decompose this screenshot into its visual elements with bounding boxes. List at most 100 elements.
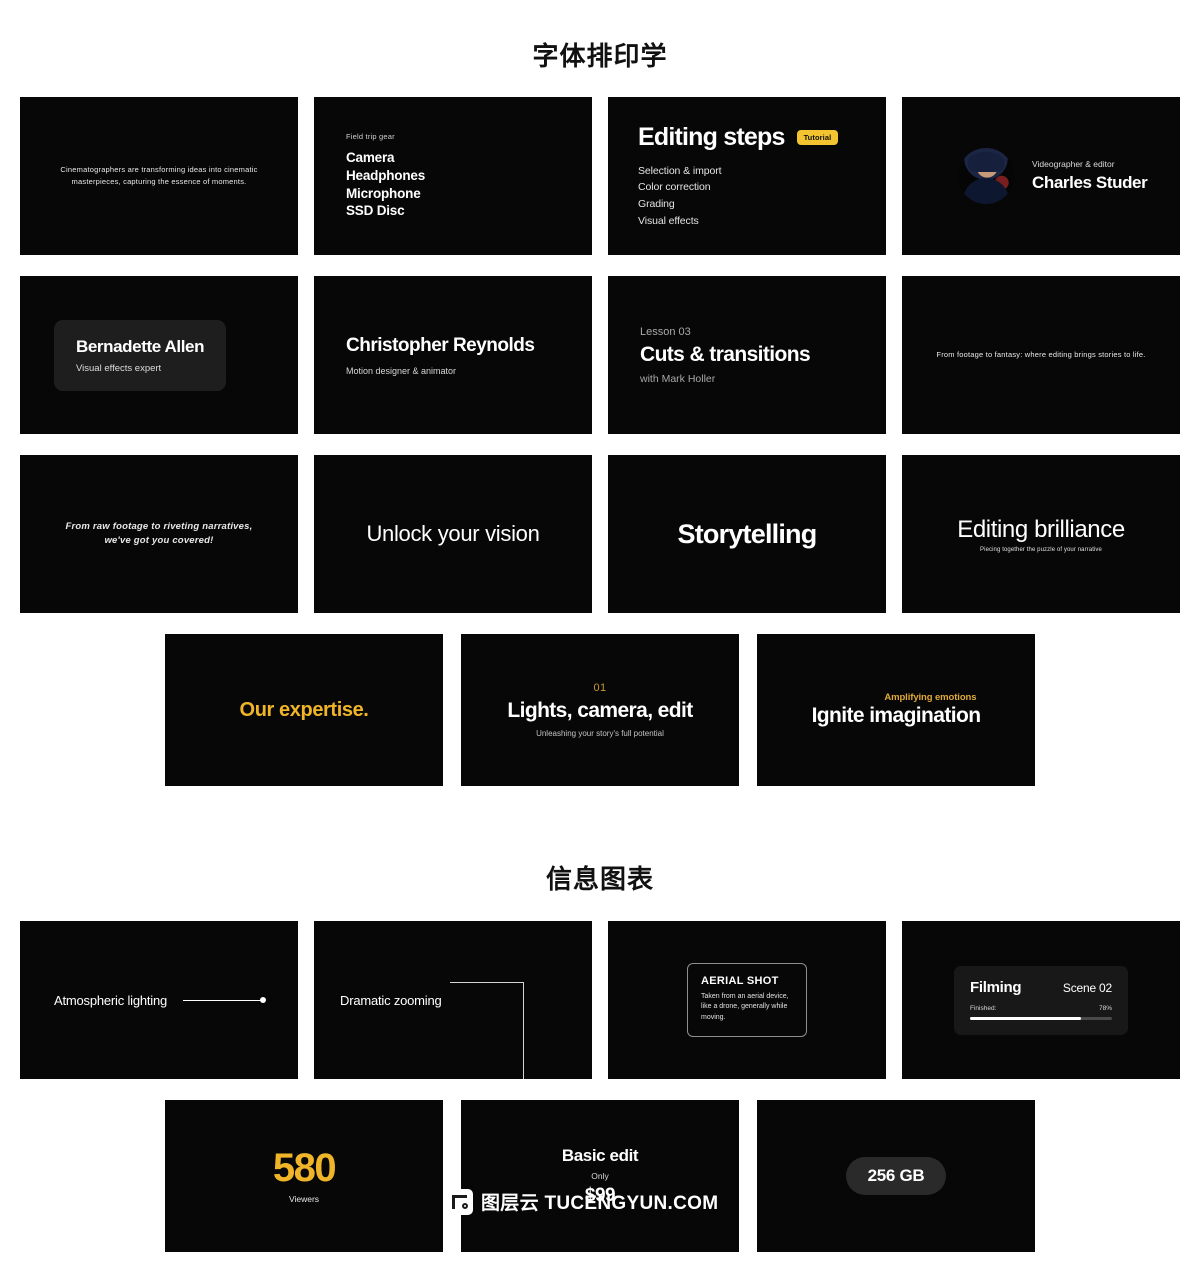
- card-nameplate-bernadette[interactable]: Bernadette Allen Visual effects expert: [20, 276, 298, 434]
- gear-item: Camera: [346, 149, 395, 165]
- nameplate-box: Bernadette Allen Visual effects expert: [54, 319, 227, 391]
- callout-label: Atmospheric lighting: [54, 992, 168, 1008]
- section-typography: 字体排印学 Cinematographers are transforming …: [0, 0, 1200, 786]
- avatar: [958, 148, 1014, 204]
- stat-caption: Viewers: [288, 1194, 320, 1204]
- editing-steps-header: Editing steps Tutorial: [638, 123, 856, 152]
- profile-name: Charles Studer: [1032, 173, 1148, 192]
- card-lesson-cuts[interactable]: Lesson 03 Cuts & transitions with Mark H…: [608, 276, 886, 434]
- tutorial-badge[interactable]: Tutorial: [796, 129, 839, 145]
- editing-brilliance-title: Editing brilliance: [957, 515, 1125, 543]
- numbered-block: 01 Lights, camera, edit Unleashing your …: [507, 682, 693, 738]
- elbow-wrap: [442, 921, 566, 1079]
- section-title-infographics: 信息图表: [545, 864, 654, 894]
- typography-row-1: Cinematographers are transforming ideas …: [20, 97, 1180, 255]
- nameplate-name: Bernadette Allen: [76, 336, 205, 356]
- card-intro-paragraph[interactable]: Cinematographers are transforming ideas …: [20, 97, 298, 255]
- card-storage-pill[interactable]: 256 GB: [757, 1100, 1035, 1252]
- person-name: Christopher Reynolds: [346, 334, 535, 356]
- typography-row-2: Bernadette Allen Visual effects expert C…: [20, 276, 1180, 434]
- tucengyun-logo-icon: [447, 1188, 473, 1215]
- card-ignite-imagination[interactable]: Amplifying emotions Ignite imagination: [757, 634, 1035, 786]
- progress-bar-track[interactable]: [970, 1016, 1112, 1020]
- callout-label: Dramatic zooming: [340, 992, 442, 1008]
- editing-step-item: Visual effects: [638, 214, 699, 227]
- nameplate-subtitle: Visual effects expert: [76, 362, 162, 374]
- intro-paragraph-text: Cinematographers are transforming ideas …: [60, 165, 258, 186]
- lesson-eyebrow: Lesson 03: [640, 325, 691, 338]
- progress-box: Filming Scene 02 Finished: 78%: [954, 965, 1128, 1035]
- card-editing-brilliance[interactable]: Editing brilliance Piecing together the …: [902, 455, 1180, 613]
- tip-body: Taken from an aerial device, like a dron…: [701, 992, 789, 1021]
- gear-item: Microphone: [346, 185, 421, 201]
- card-basic-edit-price[interactable]: Basic edit Only $99: [461, 1100, 739, 1252]
- price-title: Basic edit: [561, 1145, 639, 1165]
- italic-tagline-block: From raw footage to riveting narratives,…: [66, 520, 253, 549]
- card-viewers-stat[interactable]: 580 Viewers: [165, 1100, 443, 1252]
- card-dramatic-zooming[interactable]: Dramatic zooming: [314, 921, 592, 1079]
- progress-percent: 78%: [1098, 1004, 1112, 1012]
- our-expertise-text: Our expertise.: [239, 698, 369, 721]
- gear-item: SSD Disc: [346, 203, 405, 219]
- person-role: Motion designer & animator: [346, 365, 457, 376]
- amplify-block: Amplifying emotions Ignite imagination: [812, 692, 981, 728]
- italic-line-1: From raw footage to riveting narratives,: [65, 520, 253, 532]
- editing-step-item: Selection & import: [638, 164, 722, 177]
- section-infographics: 信息图表 Atmospheric lighting Dramatic zoomi…: [0, 786, 1200, 1252]
- hero-light-text: Unlock your vision: [366, 521, 540, 546]
- price-qualifier: Only: [591, 1170, 609, 1181]
- tip-box: AERIAL SHOT Taken from an aerial device,…: [687, 962, 807, 1038]
- profile-role: Videographer & editor: [1032, 159, 1115, 169]
- gear-item: Headphones: [346, 167, 426, 183]
- step-number: 01: [593, 682, 607, 694]
- endpoint-dot-icon: [260, 997, 266, 1003]
- editing-step-item: Color correction: [638, 181, 711, 194]
- card-filming-progress[interactable]: Filming Scene 02 Finished: 78%: [902, 921, 1180, 1079]
- page-root: 字体排印学 Cinematographers are transforming …: [0, 0, 1200, 1268]
- infographic-row-1: Atmospheric lighting Dramatic zooming AE…: [20, 921, 1180, 1079]
- stat-block: 580 Viewers: [272, 1146, 337, 1204]
- step-subtitle: Unleashing your story's full potential: [536, 729, 664, 738]
- card-our-expertise[interactable]: Our expertise.: [165, 634, 443, 786]
- lesson-title: Cuts & transitions: [640, 342, 811, 366]
- card-aerial-shot[interactable]: AERIAL SHOT Taken from an aerial device,…: [608, 921, 886, 1079]
- card-tagline-fantasy[interactable]: From footage to fantasy: where editing b…: [902, 276, 1180, 434]
- lesson-instructor: with Mark Holler: [640, 372, 716, 385]
- card-editing-steps[interactable]: Editing steps Tutorial Selection & impor…: [608, 97, 886, 255]
- storage-pill: 256 GB: [845, 1157, 947, 1195]
- card-unlock-vision[interactable]: Unlock your vision: [314, 455, 592, 613]
- watermark: 图层云 TUCENGYUN.COM: [447, 1188, 718, 1215]
- tip-title: AERIAL SHOT: [701, 974, 779, 987]
- editing-brilliance-block: Editing brilliance Piecing together the …: [957, 516, 1125, 553]
- hero-bold-text: Storytelling: [677, 518, 818, 549]
- card-atmospheric-lighting[interactable]: Atmospheric lighting: [20, 921, 298, 1079]
- card-profile-charles[interactable]: Videographer & editor Charles Studer: [902, 97, 1180, 255]
- stat-value: 580: [272, 1146, 337, 1190]
- progress-title: Filming: [970, 978, 1022, 996]
- editing-steps-title: Editing steps: [638, 122, 785, 151]
- profile-text: Videographer & editor Charles Studer: [1032, 159, 1148, 193]
- amplify-eyebrow: Amplifying emotions: [884, 692, 977, 703]
- elbow-connector-icon: [449, 982, 524, 1079]
- typography-row-3: From raw footage to riveting narratives,…: [20, 455, 1180, 613]
- watermark-text: 图层云 TUCENGYUN.COM: [481, 1193, 719, 1214]
- tagline-text: From footage to fantasy: where editing b…: [936, 350, 1146, 360]
- editing-step-item: Grading: [638, 198, 675, 210]
- progress-header: Filming Scene 02: [970, 979, 1112, 996]
- card-storytelling[interactable]: Storytelling: [608, 455, 886, 613]
- amplify-title: Ignite imagination: [811, 704, 981, 727]
- card-field-trip-gear[interactable]: Field trip gear Camera Headphones Microp…: [314, 97, 592, 255]
- section-title-typography: 字体排印学: [532, 41, 668, 71]
- progress-scene: Scene 02: [1062, 980, 1112, 995]
- card-lights-camera-edit[interactable]: 01 Lights, camera, edit Unleashing your …: [461, 634, 739, 786]
- step-title: Lights, camera, edit: [507, 699, 693, 722]
- gear-eyebrow: Field trip gear: [346, 131, 395, 141]
- infographic-row-2: 580 Viewers Basic edit Only $99 256 GB: [0, 1100, 1200, 1252]
- card-italic-tagline[interactable]: From raw footage to riveting narratives,…: [20, 455, 298, 613]
- progress-label: Finished:: [970, 1004, 997, 1012]
- progress-meta: Finished: 78%: [970, 1005, 1112, 1012]
- card-name-christopher[interactable]: Christopher Reynolds Motion designer & a…: [314, 276, 592, 434]
- typography-row-4: Our expertise. 01 Lights, camera, edit U…: [0, 634, 1200, 786]
- progress-bar-fill: [970, 1016, 1081, 1020]
- italic-line-2: we've got you covered!: [104, 535, 214, 546]
